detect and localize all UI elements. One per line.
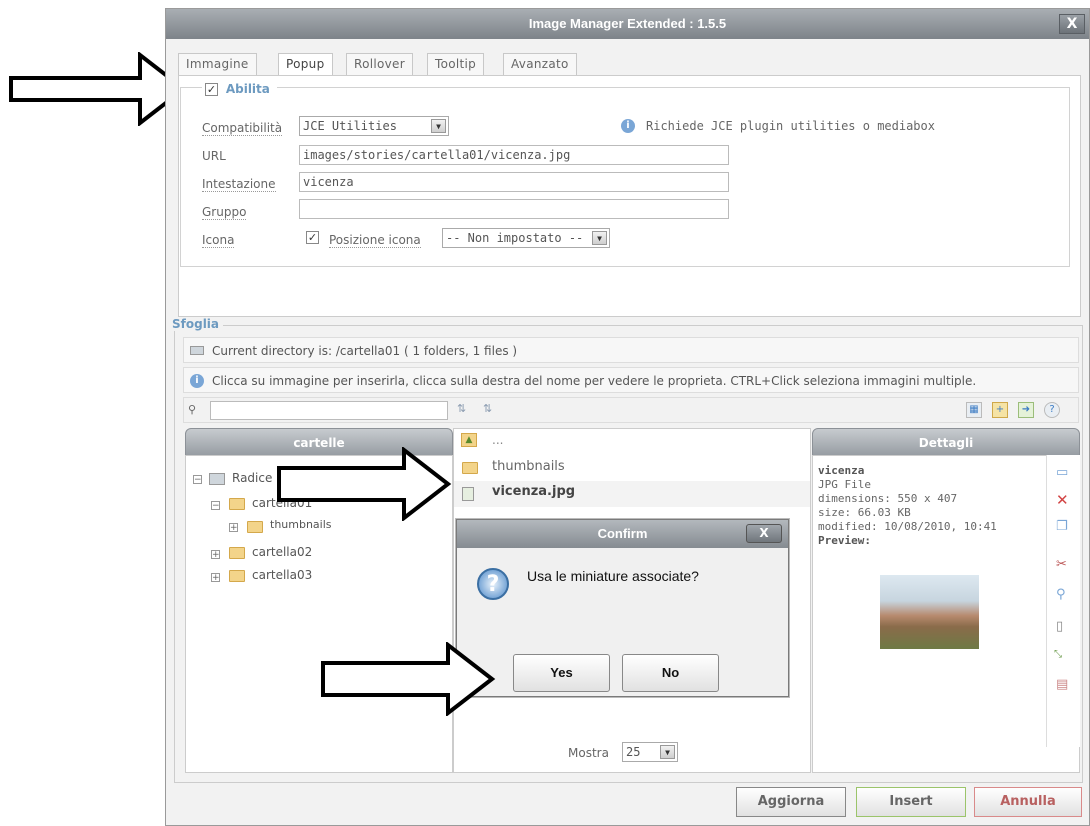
abilita-legend: ✓ Abilita [202,82,277,96]
tree-folder-cartella03[interactable]: cartella03 [252,568,312,582]
new-folder-icon[interactable]: + [992,402,1008,418]
show-value: 25 [626,745,641,759]
folder-icon [462,462,478,474]
tree-root[interactable]: Radice [232,471,272,485]
insert-icon[interactable]: ▭ [1056,465,1068,480]
help-icon[interactable]: ? [1044,402,1060,418]
collapse-icon[interactable]: − [193,475,202,485]
tab-popup[interactable]: Popup [278,53,333,76]
no-button[interactable]: No [622,654,719,692]
file-item-vicenza[interactable]: vicenza.jpg [492,484,575,499]
file-item-thumbnails[interactable]: thumbnails [492,459,565,474]
yes-button[interactable]: Yes [513,654,610,692]
zoom-icon[interactable]: ⚲ [1056,587,1066,602]
details-type: JPG File [818,478,871,491]
current-directory-text: Current directory is: /cartella01 ( 1 fo… [212,344,518,358]
url-input[interactable]: images/stories/cartella01/vicenza.jpg [299,145,729,165]
expand-icon[interactable]: + [211,550,220,560]
delete-icon[interactable]: ✕ [1056,491,1069,509]
icon-position-value: -- Non impostato -- [446,231,584,245]
arrow-annotation-3 [321,642,496,716]
image-manager-window: Image Manager Extended : 1.5.5 X Immagin… [165,8,1090,826]
details-name: vicenza [818,464,865,477]
confirm-titlebar: Confirm [457,520,788,548]
details-modified: modified: 10/08/2010, 10:41 [818,520,997,533]
cancel-button[interactable]: Annulla [974,787,1082,817]
cut-icon[interactable]: ✂ [1056,557,1067,572]
new-file-icon[interactable]: ▯ [1056,619,1063,634]
tab-rollover[interactable]: Rollover [346,53,413,75]
upload-icon[interactable]: ➜ [1018,402,1034,418]
arrow-annotation-1 [9,52,188,126]
chevron-down-icon[interactable]: ▼ [660,745,675,759]
details-text: vicenza JPG File dimensions: 550 x 407 s… [818,464,1038,548]
drive-icon [190,346,204,355]
tree-folder-cartella02[interactable]: cartella02 [252,545,312,559]
show-label: Mostra [568,746,609,760]
details-size: size: 66.03 KB [818,506,911,519]
compat-label: Compatibilità [202,121,283,136]
file-up-item[interactable]: ... [492,433,503,447]
abilita-label: Abilita [221,82,274,96]
icon-position-select[interactable]: -- Non impostato -- ▼ [442,228,610,248]
collapse-icon[interactable]: − [211,501,220,511]
tab-tooltip[interactable]: Tooltip [427,53,485,75]
window-title: Image Manager Extended : 1.5.5 [528,16,727,31]
copy-icon[interactable]: ❐ [1056,519,1068,534]
confirm-message: Usa le miniature associate? [527,568,699,584]
folder-icon [229,570,245,582]
details-preview-label: Preview: [818,534,871,547]
view-details-icon[interactable]: ▦ [966,402,982,418]
hint-bar: i Clicca su immagine per inserirla, clic… [183,367,1079,393]
folder-icon [229,547,245,559]
resize-icon[interactable]: ⤡ [1054,649,1062,660]
drive-icon [209,473,225,485]
url-label: URL [202,149,226,163]
info-icon: i [190,374,204,388]
compat-select[interactable]: JCE Utilities ▼ [299,116,449,136]
window-close-button[interactable]: X [1059,14,1085,34]
expand-icon[interactable]: + [211,573,220,583]
group-label: Gruppo [202,205,247,220]
preview-image [880,575,979,649]
details-dimensions: dimensions: 550 x 407 [818,492,958,505]
confirm-dialog: Confirm X ? Usa le miniature associate? … [456,519,789,697]
icon-checkbox[interactable]: ✓ [306,231,319,244]
chevron-down-icon[interactable]: ▼ [592,231,607,245]
sort-size-icon[interactable]: ⇅ [483,402,492,415]
sfoglia-legend: Sfoglia [168,317,224,331]
folder-icon [247,521,263,533]
icon-position-label: Posizione icona [329,233,421,248]
compat-value: JCE Utilities [303,119,397,133]
current-directory-bar: Current directory is: /cartella01 ( 1 fo… [183,337,1079,363]
hint-text: Clicca su immagine per inserirla, clicca… [212,374,977,388]
binoculars-icon: ⚲ [188,403,197,416]
arrow-annotation-2 [277,447,452,521]
question-icon: ? [477,568,509,600]
abilita-checkbox[interactable]: ✓ [205,83,218,96]
folder-up-icon[interactable]: ▲ [461,433,477,447]
insert-button[interactable]: Insert [856,787,966,817]
tab-immagine[interactable]: Immagine [178,53,257,75]
icon-label: Icona [202,233,235,248]
compat-note: Richiede JCE plugin utilities o mediabox [646,119,935,133]
group-input[interactable] [299,199,729,219]
heading-input[interactable]: vicenza [299,172,729,192]
chevron-down-icon[interactable]: ▼ [431,119,446,133]
expand-icon[interactable]: + [229,523,238,533]
sort-name-icon[interactable]: ⇅ [457,402,466,415]
details-header: Dettagli [812,428,1080,456]
search-input[interactable] [210,401,448,420]
image-file-icon [462,487,474,501]
tab-avanzato[interactable]: Avanzato [503,53,577,75]
confirm-close-button[interactable]: X [746,524,782,543]
info-icon: i [621,119,635,133]
show-select[interactable]: 25 ▼ [622,742,678,762]
folder-icon [229,498,245,510]
heading-label: Intestazione [202,177,276,192]
window-titlebar: Image Manager Extended : 1.5.5 [166,9,1089,39]
refresh-button[interactable]: Aggiorna [736,787,846,817]
properties-icon[interactable]: ▤ [1056,677,1068,692]
